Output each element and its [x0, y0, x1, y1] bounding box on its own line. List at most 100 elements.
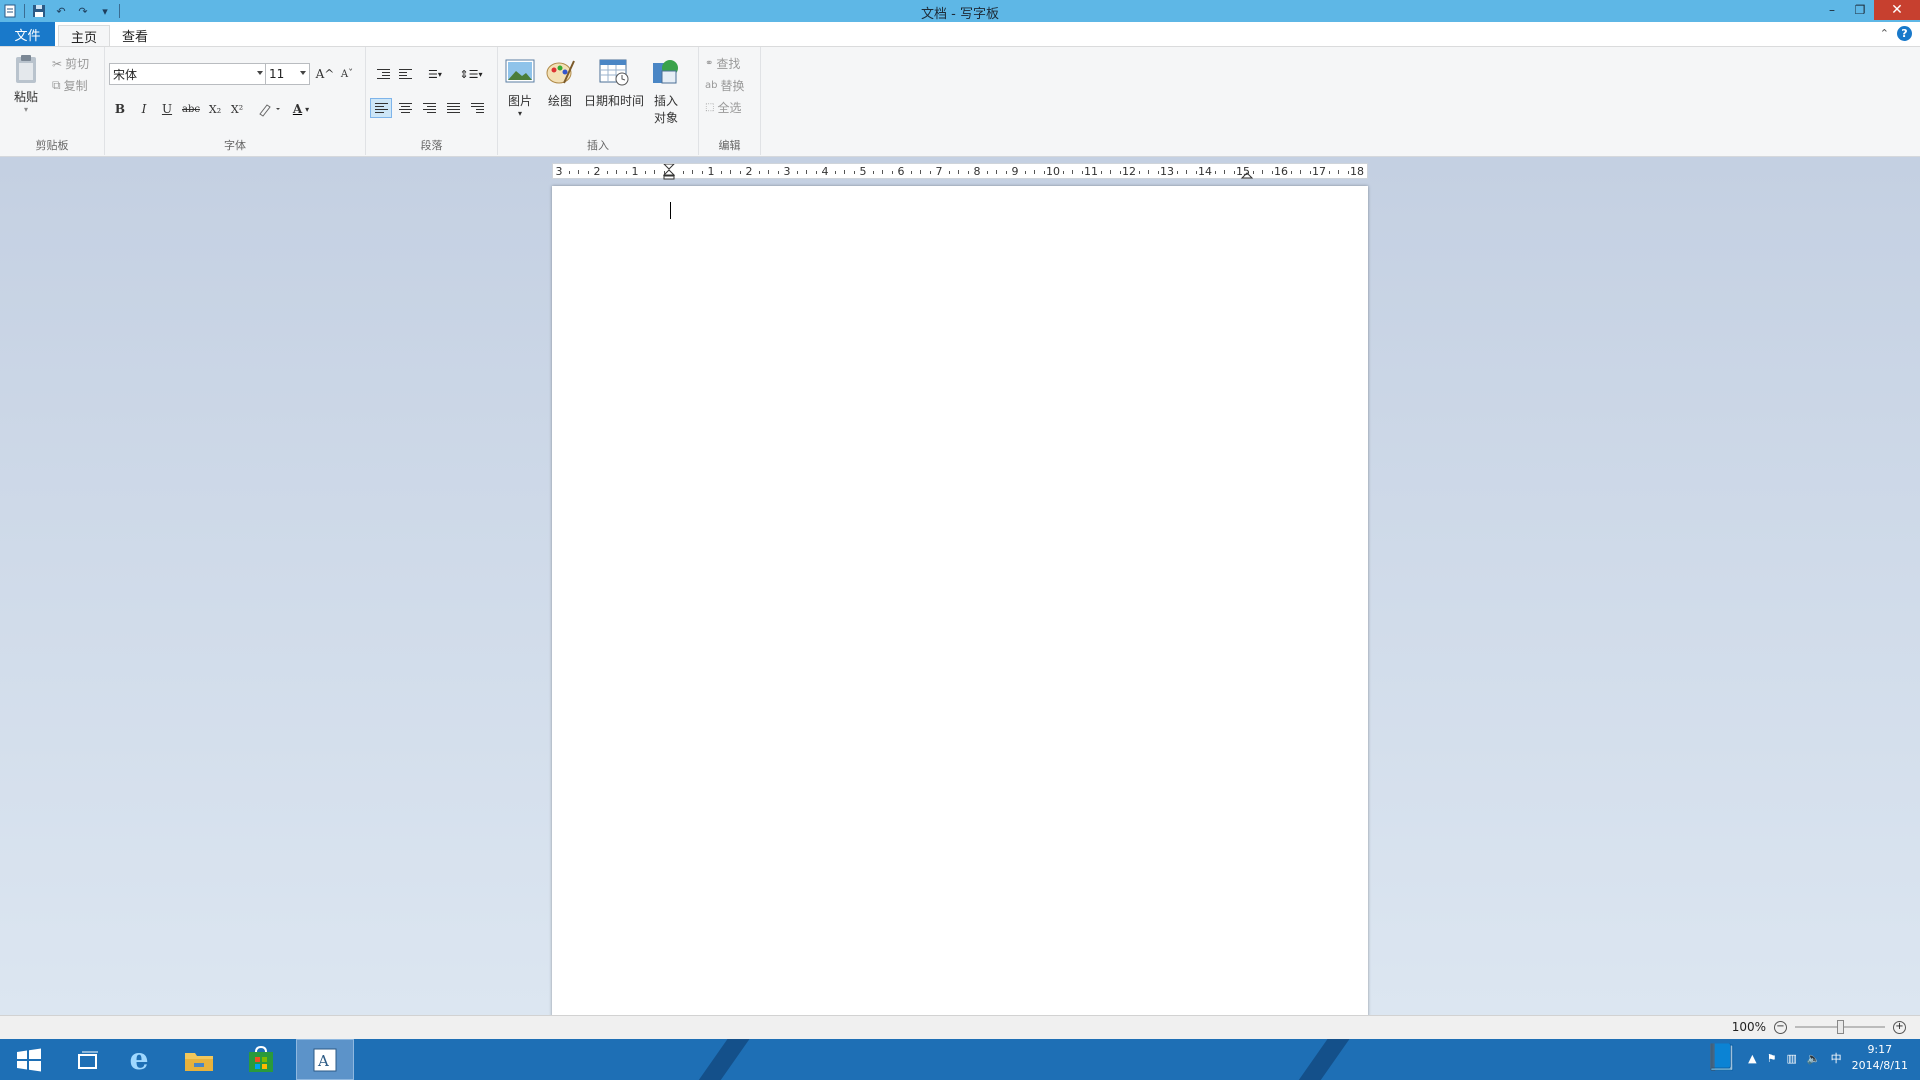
ruler-minor-tick: [1338, 170, 1339, 174]
replace-button[interactable]: ab 替换: [705, 77, 745, 94]
action-center-flag-icon[interactable]: ⚑: [1767, 1052, 1777, 1065]
align-center-button[interactable]: [394, 98, 416, 118]
ruler-minor-tick: [663, 171, 665, 174]
ruler-minor-tick: [815, 171, 817, 174]
copy-icon: ⧉: [52, 78, 61, 92]
minimize-ribbon-icon[interactable]: ⌃: [1880, 27, 1889, 40]
ime-indicator[interactable]: 中: [1831, 1050, 1842, 1066]
align-right-button[interactable]: [418, 98, 440, 118]
taskbar-file-explorer[interactable]: [170, 1039, 228, 1080]
paragraph-settings-button[interactable]: [466, 98, 488, 118]
zoom-in-icon[interactable]: +: [1893, 1020, 1906, 1034]
taskbar-wordpad[interactable]: A: [296, 1039, 354, 1080]
restore-button[interactable]: ❐: [1846, 0, 1874, 20]
underline-button[interactable]: U: [157, 99, 177, 119]
zoom-slider-thumb[interactable]: [1837, 1020, 1844, 1034]
decrease-indent-button[interactable]: [372, 64, 394, 84]
font-family-select[interactable]: 宋体: [109, 63, 267, 85]
zoom-level: 100%: [1731, 1020, 1766, 1034]
indent-marker-icon[interactable]: [663, 164, 675, 180]
ruler-minor-tick: [777, 171, 779, 174]
taskbar-store[interactable]: [232, 1039, 290, 1080]
windows-logo-icon: [17, 1048, 41, 1071]
strikethrough-button[interactable]: abc: [181, 99, 201, 119]
font-group: 宋体 11 A^ Aˇ B I U abc X₂ X² A ▾ 字体: [105, 47, 366, 155]
align-right-icon: [422, 103, 436, 113]
zoom-slider[interactable]: [1795, 1020, 1885, 1034]
ruler-minor-tick: [616, 170, 617, 174]
ruler-minor-tick: [1347, 171, 1349, 174]
clock-time: 9:17: [1867, 1043, 1893, 1056]
taskbar-task-view[interactable]: [58, 1039, 116, 1080]
cut-button[interactable]: ✂ 剪切: [52, 55, 89, 72]
taskbar-internet-explorer[interactable]: e: [110, 1039, 168, 1080]
highlight-color-button[interactable]: [255, 99, 283, 119]
font-color-button[interactable]: A ▾: [287, 99, 315, 119]
font-size-select[interactable]: 11: [265, 63, 310, 85]
volume-icon[interactable]: 🔈: [1807, 1052, 1821, 1065]
start-button[interactable]: [0, 1039, 58, 1080]
editing-group-label: 编辑: [718, 139, 741, 152]
show-hidden-icons-icon[interactable]: ▲: [1748, 1052, 1756, 1065]
clock[interactable]: 9:17 2014/8/11: [1852, 1042, 1908, 1074]
insert-object-button[interactable]: 插入 对象: [650, 57, 682, 126]
copy-label: 复制: [63, 79, 88, 93]
ruler-minor-tick: [587, 171, 589, 174]
chevron-down-icon: [300, 71, 306, 75]
ruler-minor-tick: [1309, 171, 1311, 174]
align-left-button[interactable]: [370, 98, 392, 118]
zoom-out-icon[interactable]: −: [1774, 1020, 1787, 1034]
list-button[interactable]: ☰ ▾: [420, 64, 450, 84]
network-icon[interactable]: ▥: [1786, 1052, 1796, 1065]
ruler-minor-tick: [692, 170, 693, 174]
paste-dropdown-icon[interactable]: ▾: [24, 105, 28, 114]
document-page[interactable]: [552, 186, 1368, 1017]
select-all-button[interactable]: ⬚ 全选: [705, 99, 741, 116]
ruler-tick-label: 14: [1198, 165, 1212, 178]
paint-palette-icon: [546, 60, 575, 84]
datetime-button[interactable]: 日期和时间: [582, 57, 646, 109]
paint-drawing-button[interactable]: 绘图: [544, 57, 576, 109]
insert-group-label: 插入: [587, 139, 609, 152]
chevron-down-icon: [257, 71, 263, 75]
ruler-minor-tick: [1110, 170, 1111, 174]
clipboard-group: 粘贴 ▾ ✂ 剪切 ⧉ 复制 剪贴板: [0, 47, 105, 155]
line-spacing-button[interactable]: ⇕☰ ▾: [456, 64, 486, 84]
paragraph-group: ☰ ▾ ⇕☰ ▾ 段落: [366, 47, 498, 155]
superscript-button[interactable]: X²: [227, 99, 247, 119]
decrease-indent-icon: [376, 69, 390, 79]
paste-button[interactable]: 粘贴 ▾: [10, 53, 42, 114]
ruler-minor-tick: [1252, 171, 1254, 174]
ruler-minor-tick: [1072, 170, 1073, 174]
tab-file[interactable]: 文件: [0, 22, 55, 46]
paragraph-icon: [470, 103, 484, 113]
increase-indent-button[interactable]: [394, 64, 416, 84]
ruler-tick-label: 16: [1274, 165, 1288, 178]
picture-button[interactable]: 图片 ▾: [505, 57, 535, 118]
find-button[interactable]: ⚭ 查找: [705, 55, 740, 72]
bold-button[interactable]: B: [110, 99, 130, 119]
ruler-minor-tick: [986, 171, 988, 174]
copy-button[interactable]: ⧉ 复制: [52, 77, 88, 94]
binoculars-icon: ⚭: [705, 58, 714, 69]
ruler[interactable]: 3 2 1 1 2 3 4 5 6 7 8 9 10 11 12 13 14 15 16 17 18: [552, 163, 1368, 180]
justify-button[interactable]: [442, 98, 464, 118]
italic-button[interactable]: I: [134, 99, 154, 119]
subscript-button[interactable]: X₂: [205, 99, 225, 119]
line-spacing-icon: ⇕☰: [459, 67, 479, 81]
close-button[interactable]: ✕: [1874, 0, 1920, 20]
replace-label: 替换: [720, 79, 745, 93]
ruler-minor-tick: [996, 170, 997, 174]
shrink-font-button[interactable]: Aˇ: [337, 64, 357, 84]
minimize-button[interactable]: –: [1818, 0, 1846, 20]
ruler-minor-tick: [929, 171, 931, 174]
ruler-tick-label: 13: [1160, 165, 1174, 178]
chevron-down-icon: ▾: [305, 104, 310, 114]
help-icon[interactable]: ?: [1897, 26, 1912, 41]
ruler-tick-label: 6: [897, 165, 905, 178]
ruler-minor-tick: [730, 170, 731, 174]
tab-home[interactable]: 主页: [58, 25, 111, 46]
grow-font-button[interactable]: A^: [315, 64, 335, 84]
ruler-minor-tick: [806, 170, 807, 174]
tab-view[interactable]: 查看: [110, 25, 160, 46]
